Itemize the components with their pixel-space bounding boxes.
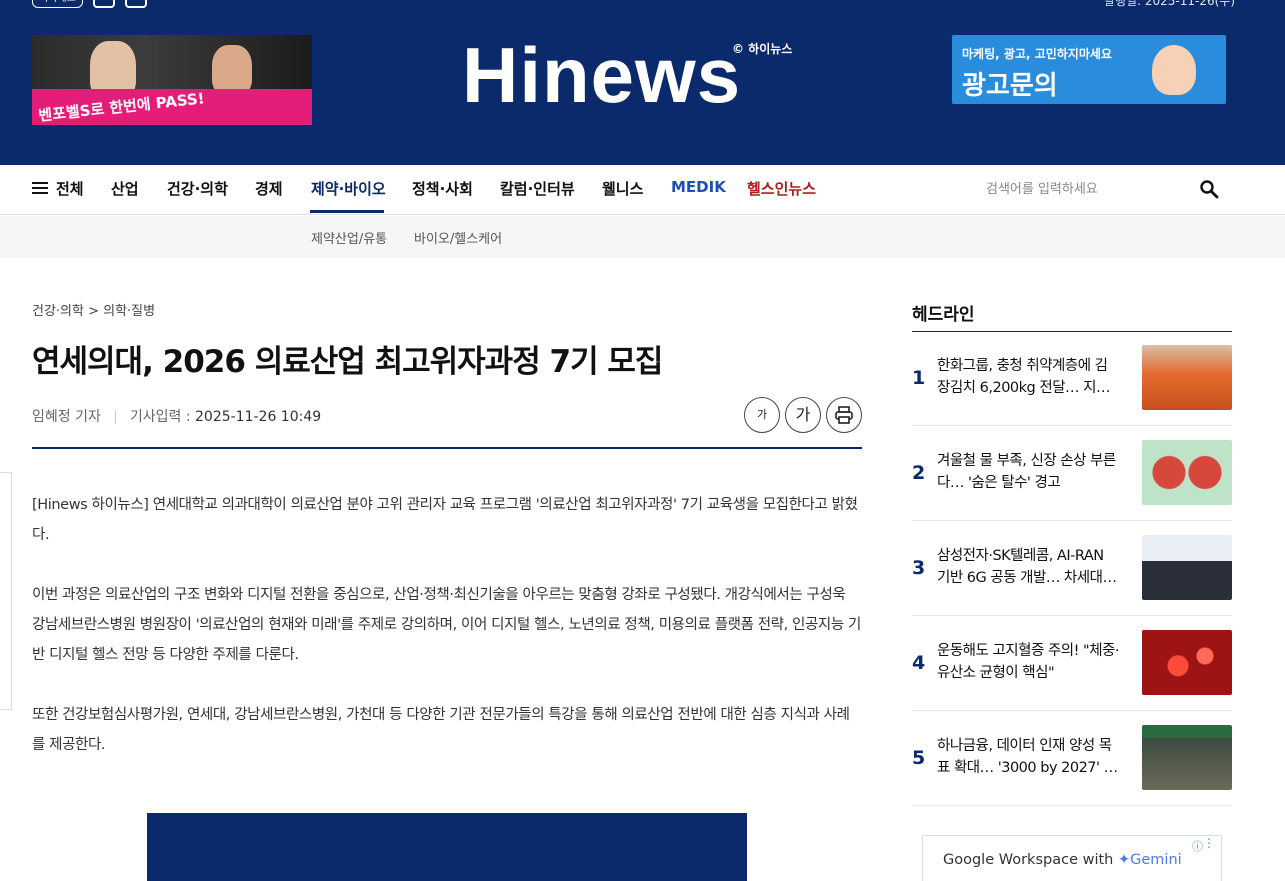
- ad-info-icon[interactable]: ⓘ: [1192, 838, 1203, 854]
- floating-side-tab[interactable]: [0, 472, 12, 710]
- author-name: 임혜정 기자: [32, 409, 101, 425]
- instagram-icon[interactable]: [124, 0, 147, 8]
- nav-item-column[interactable]: 칼럼·인터뷰: [500, 178, 575, 199]
- headline-item[interactable]: 3 삼성전자·SK텔레콤, AI-RAN 기반 6G 공동 개발… 차세대…: [912, 521, 1232, 616]
- publish-date: 발행일: 2025-11-26(수): [1103, 0, 1235, 8]
- headline-thumbnail[interactable]: [1142, 630, 1232, 695]
- breadcrumb[interactable]: 건강·의학 > 의학·질병: [32, 300, 155, 319]
- headline-text[interactable]: 삼성전자·SK텔레콤, AI-RAN 기반 6G 공동 개발… 차세대…: [937, 545, 1119, 589]
- ad-person-image: [212, 45, 252, 95]
- headline-rank: 4: [912, 652, 926, 674]
- print-button[interactable]: [826, 397, 862, 433]
- ad-character-image: [1152, 45, 1196, 95]
- nav-item-policy[interactable]: 정책·사회: [412, 178, 473, 199]
- printer-icon: [835, 406, 853, 424]
- report-button[interactable]: 기사제보: [32, 0, 83, 8]
- nav-item-healthin[interactable]: 헬스인뉴스: [747, 178, 816, 199]
- site-logo-sub: © 하이뉴스: [732, 42, 793, 56]
- headline-rank: 2: [912, 462, 926, 484]
- header-banner-ad-right[interactable]: 마케팅, 광고, 고민하지마세요 광고문의: [952, 35, 1226, 104]
- article-date: 2025-11-26 10:49: [195, 409, 322, 425]
- article-paragraph: 또한 건강보험심사평가원, 연세대, 강남세브란스병원, 가천대 등 다양한 기…: [32, 707, 850, 753]
- gemini-sparkle-icon: ✦: [1117, 852, 1131, 868]
- site-logo[interactable]: Hinews: [462, 30, 741, 121]
- article-body: [Hinews 하이뉴스] 연세대학교 의과대학이 의료산업 분야 고위 관리자…: [32, 490, 862, 790]
- subnav-item-bio-healthcare[interactable]: 바이오/헬스케어: [414, 228, 502, 247]
- byline-divider: [114, 410, 116, 424]
- ad-text-main: Google Workspace with: [943, 852, 1114, 868]
- sub-nav: 제약산업/유통 바이오/헬스케어: [0, 216, 1285, 258]
- ad-text: Google Workspace with ✦Gemini: [943, 852, 1182, 868]
- google-ad-banner[interactable]: ⓘ ⋮ Google Workspace with ✦Gemini: [922, 835, 1222, 881]
- nav-item-health[interactable]: 건강·의학: [167, 178, 228, 199]
- search-input[interactable]: [986, 177, 1176, 201]
- headline-text[interactable]: 한화그룹, 충청 취약계층에 김장김치 6,200kg 전달… 지…: [937, 355, 1119, 399]
- main-nav: 전체 산업 건강·의학 경제 제약·바이오 정책·사회 칼럼·인터뷰 웰니스 M…: [0, 165, 1285, 215]
- article-paragraph: 이번 과정은 의료산업의 구조 변화와 디지털 전환을 중심으로, 산업·정책·…: [32, 587, 861, 663]
- headline-item[interactable]: 2 겨울철 물 부족, 신장 손상 부른다… '숨은 탈수' 경고: [912, 426, 1232, 521]
- nav-item-economy[interactable]: 경제: [255, 178, 283, 199]
- subnav-item-pharma-distribution[interactable]: 제약산업/유통: [311, 228, 387, 247]
- headline-text[interactable]: 하나금융, 데이터 인재 양성 목표 확대… '3000 by 2027' …: [937, 735, 1119, 779]
- nav-item-all[interactable]: 전체: [56, 178, 84, 199]
- hamburger-menu-icon[interactable]: [32, 182, 48, 194]
- nav-active-indicator: [310, 210, 384, 213]
- font-increase-button[interactable]: 가: [785, 397, 821, 433]
- youtube-icon[interactable]: [92, 0, 115, 8]
- headline-section-title: 헤드라인: [912, 305, 975, 325]
- article-header-divider: [32, 447, 862, 449]
- headline-thumbnail[interactable]: [1142, 725, 1232, 790]
- headline-rank: 3: [912, 557, 926, 579]
- nav-item-pharma-bio[interactable]: 제약·바이오: [311, 178, 386, 199]
- ad-right-line2: 광고문의: [962, 71, 1058, 101]
- font-decrease-button[interactable]: 가: [744, 397, 780, 433]
- nav-item-medik[interactable]: MEDIK: [671, 178, 726, 196]
- date-label: 기사입력 :: [129, 409, 191, 425]
- site-header: 기사제보 발행일: 2025-11-26(수) 벤포벨S로 한번에 PASS! …: [0, 0, 1285, 165]
- nav-item-industry[interactable]: 산업: [111, 178, 139, 199]
- header-utility-links: 기사제보: [32, 0, 147, 8]
- ad-brand: Gemini: [1130, 852, 1182, 868]
- headline-thumbnail[interactable]: [1142, 440, 1232, 505]
- headline-rank: 1: [912, 367, 926, 389]
- headline-thumbnail[interactable]: [1142, 535, 1232, 600]
- article-paragraph: [Hinews 하이뉴스] 연세대학교 의과대학이 의료산업 분야 고위 관리자…: [32, 497, 858, 543]
- headline-item[interactable]: 4 운동해도 고지혈증 주의! "체중·유산소 균형이 핵심": [912, 616, 1232, 711]
- search-icon[interactable]: [1199, 179, 1219, 199]
- headline-item[interactable]: 1 한화그룹, 충청 취약계층에 김장김치 6,200kg 전달… 지…: [912, 331, 1232, 426]
- headline-item[interactable]: 5 하나금융, 데이터 인재 양성 목표 확대… '3000 by 2027' …: [912, 711, 1232, 806]
- article-title: 연세의대, 2026 의료산업 최고위자과정 7기 모집: [32, 344, 663, 380]
- article-image: [147, 813, 747, 881]
- article-byline: 임혜정 기자 기사입력 : 2025-11-26 10:49: [32, 406, 321, 426]
- nav-item-wellness[interactable]: 웰니스: [602, 178, 643, 199]
- ad-right-line1: 마케팅, 광고, 고민하지마세요: [962, 47, 1112, 61]
- headline-rank: 5: [912, 747, 926, 769]
- header-banner-ad-left[interactable]: 벤포벨S로 한번에 PASS!: [32, 35, 312, 125]
- headline-thumbnail[interactable]: [1142, 345, 1232, 410]
- headline-text[interactable]: 운동해도 고지혈증 주의! "체중·유산소 균형이 핵심": [937, 640, 1120, 684]
- ad-more-icon[interactable]: ⋮: [1203, 836, 1215, 850]
- headline-text[interactable]: 겨울철 물 부족, 신장 손상 부른다… '숨은 탈수' 경고: [937, 450, 1119, 494]
